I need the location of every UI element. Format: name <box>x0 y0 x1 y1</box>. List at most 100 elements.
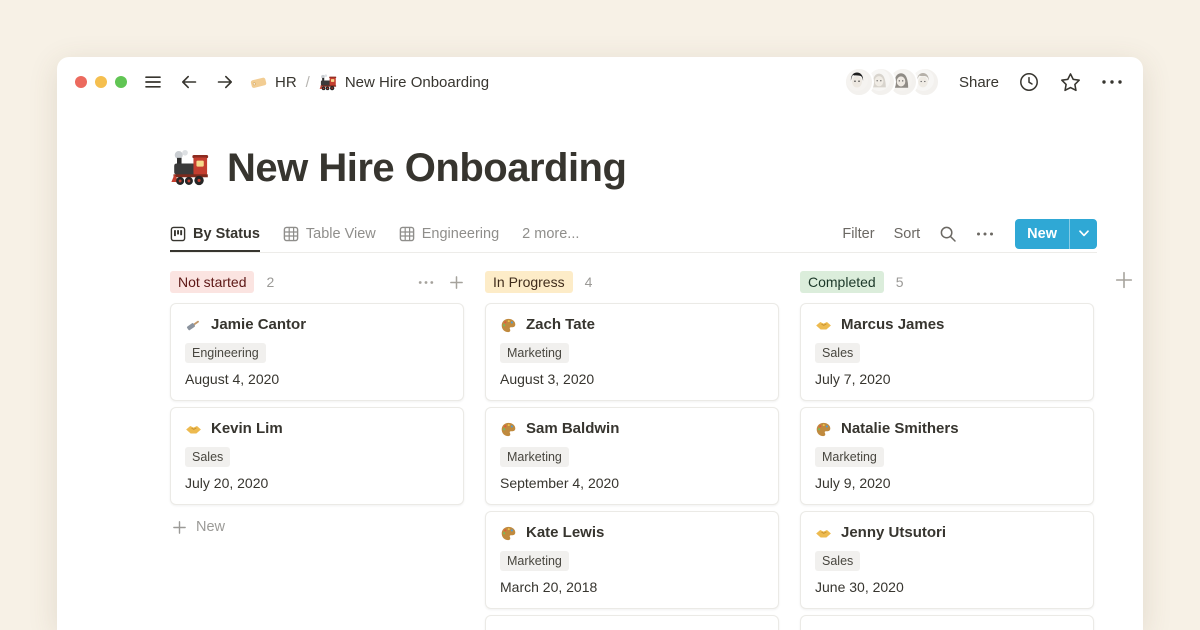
search-icon[interactable] <box>939 225 957 243</box>
start-date: July 7, 2020 <box>815 369 1079 389</box>
card-count: 2 <box>266 274 274 290</box>
tab-table-view[interactable]: Table View <box>283 215 376 252</box>
board-card[interactable]: Jamie Cantor Engineering August 4, 2020 <box>170 303 464 401</box>
add-card-icon[interactable] <box>449 275 464 290</box>
tab-more-views[interactable]: 2 more... <box>522 226 579 242</box>
palette-icon <box>500 317 517 334</box>
column-completed: Completed 5 Marcus James Sales July 7, 2… <box>800 269 1094 630</box>
column-header: Not started 2 <box>170 269 464 295</box>
handshake-icon <box>815 317 832 334</box>
department-tag: Marketing <box>500 343 569 363</box>
start-date: July 9, 2020 <box>815 473 1079 493</box>
card-count: 5 <box>896 274 904 290</box>
palette-icon <box>500 525 517 542</box>
start-date: September 4, 2020 <box>500 473 764 493</box>
board-card[interactable]: Sam Baldwin Marketing September 4, 2020 <box>485 407 779 505</box>
card-name: Kevin Lim <box>211 417 283 441</box>
board-card[interactable]: Kevin Lim Sales July 20, 2020 <box>170 407 464 505</box>
zoom-window-icon[interactable] <box>115 76 127 88</box>
add-card-label: New <box>196 519 225 535</box>
card-name: Natalie Smithers <box>841 417 959 441</box>
share-button[interactable]: Share <box>959 74 999 91</box>
card-name: Sam Baldwin <box>526 417 619 441</box>
locomotive-icon <box>170 147 212 189</box>
tab-by-status[interactable]: By Status <box>170 215 260 252</box>
traffic-lights <box>75 76 127 88</box>
card-name: Zach Tate <box>526 313 595 337</box>
back-arrow-icon[interactable] <box>179 72 199 92</box>
plus-icon <box>172 520 187 535</box>
department-tag: Marketing <box>815 447 884 467</box>
board-card[interactable]: Jenny Utsutori Sales June 30, 2020 <box>800 511 1094 609</box>
board-card[interactable]: Marcus James Sales July 7, 2020 <box>800 303 1094 401</box>
department-tag: Marketing <box>500 551 569 571</box>
handshake-icon <box>815 525 832 542</box>
minimize-window-icon[interactable] <box>95 76 107 88</box>
palette-icon <box>500 421 517 438</box>
status-badge[interactable]: Not started <box>170 271 254 293</box>
palette-icon <box>815 421 832 438</box>
view-tab-bar: By Status Table View Engineering 2 more.… <box>170 215 1097 253</box>
updates-clock-icon[interactable] <box>1018 71 1040 93</box>
card-name: Jamie Cantor <box>211 313 306 337</box>
start-date: July 20, 2020 <box>185 473 449 493</box>
tab-label: Engineering <box>422 226 499 242</box>
department-tag: Sales <box>185 447 230 467</box>
handshake-icon <box>185 421 202 438</box>
column-header: Completed 5 <box>800 269 1094 295</box>
board-card[interactable]: Kate Lewis Marketing March 20, 2018 <box>485 511 779 609</box>
locomotive-icon <box>319 73 338 92</box>
status-badge[interactable]: Completed <box>800 271 884 293</box>
card-name: Shawn Hunt <box>526 625 613 630</box>
avatar <box>844 67 874 97</box>
new-button-label[interactable]: New <box>1015 219 1069 249</box>
sidebar-menu-icon[interactable] <box>143 72 163 92</box>
card-name: Jenny Utsutori <box>841 521 946 545</box>
og-canvas: HR / New Hire Onboarding <box>0 0 1200 630</box>
filter-button[interactable]: Filter <box>842 226 874 242</box>
card-name: Marcus James <box>841 313 944 337</box>
tab-label: Table View <box>306 226 376 242</box>
table-view-icon <box>283 226 299 242</box>
kanban-board: Not started 2 <box>170 269 1123 630</box>
more-options-icon[interactable] <box>1101 78 1123 86</box>
column-options-icon[interactable] <box>418 280 434 285</box>
favorite-star-icon[interactable] <box>1059 71 1082 94</box>
collaborator-avatars[interactable] <box>844 67 940 97</box>
table-view-icon <box>399 226 415 242</box>
hammer-icon <box>185 317 202 334</box>
chevron-down-icon[interactable] <box>1069 219 1097 249</box>
add-card-button[interactable]: New <box>170 519 464 535</box>
breadcrumb-workspace[interactable]: HR <box>275 74 297 91</box>
page-title: New Hire Onboarding <box>227 140 626 196</box>
column-in-progress: In Progress 4 Zach Tate Marketing August… <box>485 269 779 630</box>
board-card-partial[interactable]: Matt Mills <box>800 615 1094 630</box>
department-tag: Sales <box>815 551 860 571</box>
board-card-partial[interactable]: Shawn Hunt <box>485 615 779 630</box>
sort-button[interactable]: Sort <box>894 226 921 242</box>
view-toolbar: Filter Sort New <box>842 219 1097 249</box>
new-button[interactable]: New <box>1015 219 1097 249</box>
notion-window: HR / New Hire Onboarding <box>57 57 1143 630</box>
column-not-started: Not started 2 <box>170 269 464 535</box>
close-window-icon[interactable] <box>75 76 87 88</box>
status-badge[interactable]: In Progress <box>485 271 573 293</box>
department-tag: Engineering <box>185 343 266 363</box>
board-card[interactable]: Zach Tate Marketing August 3, 2020 <box>485 303 779 401</box>
tab-engineering[interactable]: Engineering <box>399 215 499 252</box>
board-card[interactable]: Natalie Smithers Marketing July 9, 2020 <box>800 407 1094 505</box>
card-count: 4 <box>585 274 593 290</box>
breadcrumb-separator: / <box>306 74 310 91</box>
column-header: In Progress 4 <box>485 269 779 295</box>
department-tag: Marketing <box>500 447 569 467</box>
view-options-icon[interactable] <box>976 231 994 237</box>
page-header: New Hire Onboarding <box>170 140 1097 196</box>
forward-arrow-icon[interactable] <box>215 72 235 92</box>
start-date: March 20, 2018 <box>500 577 764 597</box>
window-topbar: HR / New Hire Onboarding <box>57 57 1143 107</box>
start-date: June 30, 2020 <box>815 577 1079 597</box>
card-name: Kate Lewis <box>526 521 604 545</box>
start-date: August 4, 2020 <box>185 369 449 389</box>
add-group-icon[interactable] <box>1115 271 1133 289</box>
breadcrumb-page[interactable]: New Hire Onboarding <box>345 74 489 91</box>
